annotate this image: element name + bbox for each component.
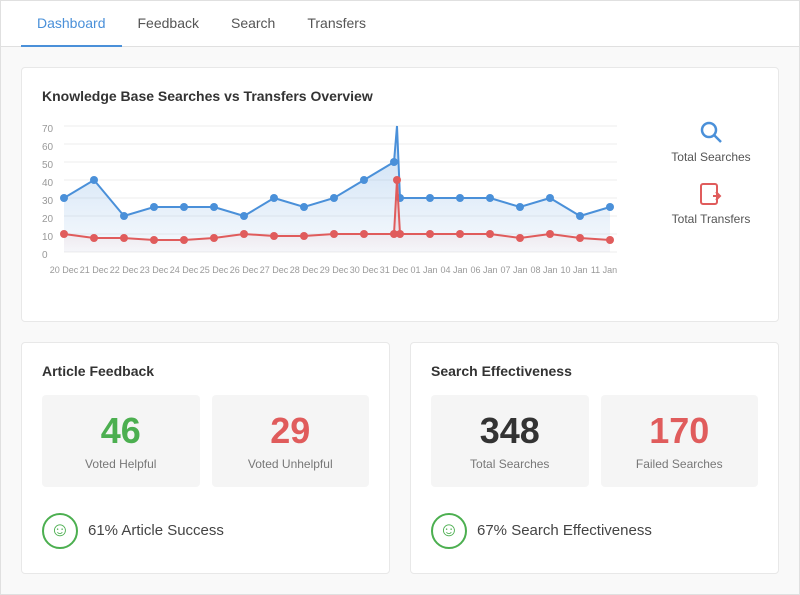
svg-text:10: 10 [42,232,54,243]
total-searches-number: 348 [443,411,577,451]
svg-text:24 Dec: 24 Dec [170,265,199,275]
search-stat-boxes: 348 Total Searches 170 Failed Searches [431,395,758,487]
svg-text:29 Dec: 29 Dec [320,265,349,275]
voted-helpful-number: 46 [54,411,188,451]
chart-svg: 70 60 50 40 30 20 10 0 [42,118,648,301]
legend-searches-label: Total Searches [671,150,750,164]
transfer-legend-icon [697,180,725,208]
feedback-stat-boxes: 46 Voted Helpful 29 Voted Unhelpful [42,395,369,487]
svg-text:30: 30 [42,196,54,207]
chart-card: Knowledge Base Searches vs Transfers Ove… [21,67,779,322]
chart-area: 70 60 50 40 30 20 10 0 [42,118,758,301]
article-success-text: 61% Article Success [88,522,224,539]
svg-text:08 Jan: 08 Jan [530,265,557,275]
main-content: Knowledge Base Searches vs Transfers Ove… [1,47,799,594]
svg-text:25 Dec: 25 Dec [200,265,229,275]
search-legend-icon [697,118,725,146]
tab-dashboard[interactable]: Dashboard [21,1,122,47]
svg-text:30 Dec: 30 Dec [350,265,379,275]
svg-text:28 Dec: 28 Dec [290,265,319,275]
svg-text:40: 40 [42,178,54,189]
search-smiley-icon: ☺ [431,513,467,549]
total-searches-label: Total Searches [443,457,577,471]
svg-text:22 Dec: 22 Dec [110,265,139,275]
svg-text:04 Jan: 04 Jan [440,265,467,275]
legend-total-transfers: Total Transfers [664,180,758,226]
svg-text:10 Jan: 10 Jan [560,265,587,275]
tab-feedback[interactable]: Feedback [122,1,215,47]
search-success-row: ☺ 67% Search Effectiveness [431,503,758,553]
feedback-card: Article Feedback 46 Voted Helpful 29 Vot… [21,342,390,574]
feedback-card-title: Article Feedback [42,363,369,379]
failed-searches-number: 170 [613,411,747,451]
svg-text:20 Dec: 20 Dec [50,265,79,275]
tab-transfers[interactable]: Transfers [291,1,382,47]
tab-search[interactable]: Search [215,1,291,47]
svg-text:06 Jan: 06 Jan [470,265,497,275]
article-smiley-icon: ☺ [42,513,78,549]
total-searches-box: 348 Total Searches [431,395,589,487]
svg-text:11 Jan: 11 Jan [591,265,617,275]
search-card-title: Search Effectiveness [431,363,758,379]
tabs-bar: Dashboard Feedback Search Transfers [1,1,799,47]
svg-text:31 Dec: 31 Dec [380,265,409,275]
svg-text:60: 60 [42,142,54,153]
chart-legend: Total Searches Total Transfers [648,118,758,226]
svg-text:0: 0 [42,250,48,261]
voted-helpful-box: 46 Voted Helpful [42,395,200,487]
failed-searches-box: 170 Failed Searches [601,395,759,487]
legend-transfers-label: Total Transfers [672,212,751,226]
voted-unhelpful-number: 29 [224,411,358,451]
voted-helpful-label: Voted Helpful [54,457,188,471]
svg-text:20: 20 [42,214,54,225]
svg-text:07 Jan: 07 Jan [500,265,527,275]
app-container: Dashboard Feedback Search Transfers Know… [0,0,800,595]
failed-searches-label: Failed Searches [613,457,747,471]
svg-text:26 Dec: 26 Dec [230,265,259,275]
voted-unhelpful-label: Voted Unhelpful [224,457,358,471]
cards-row: Article Feedback 46 Voted Helpful 29 Vot… [21,342,779,574]
svg-text:21 Dec: 21 Dec [80,265,109,275]
svg-text:01 Jan: 01 Jan [410,265,437,275]
svg-text:50: 50 [42,160,54,171]
voted-unhelpful-box: 29 Voted Unhelpful [212,395,370,487]
svg-text:23 Dec: 23 Dec [140,265,169,275]
svg-text:27 Dec: 27 Dec [260,265,289,275]
legend-total-searches: Total Searches [664,118,758,164]
chart-title: Knowledge Base Searches vs Transfers Ove… [42,88,758,104]
article-success-row: ☺ 61% Article Success [42,503,369,553]
search-success-text: 67% Search Effectiveness [477,522,652,539]
search-effectiveness-card: Search Effectiveness 348 Total Searches … [410,342,779,574]
svg-text:70: 70 [42,124,54,135]
